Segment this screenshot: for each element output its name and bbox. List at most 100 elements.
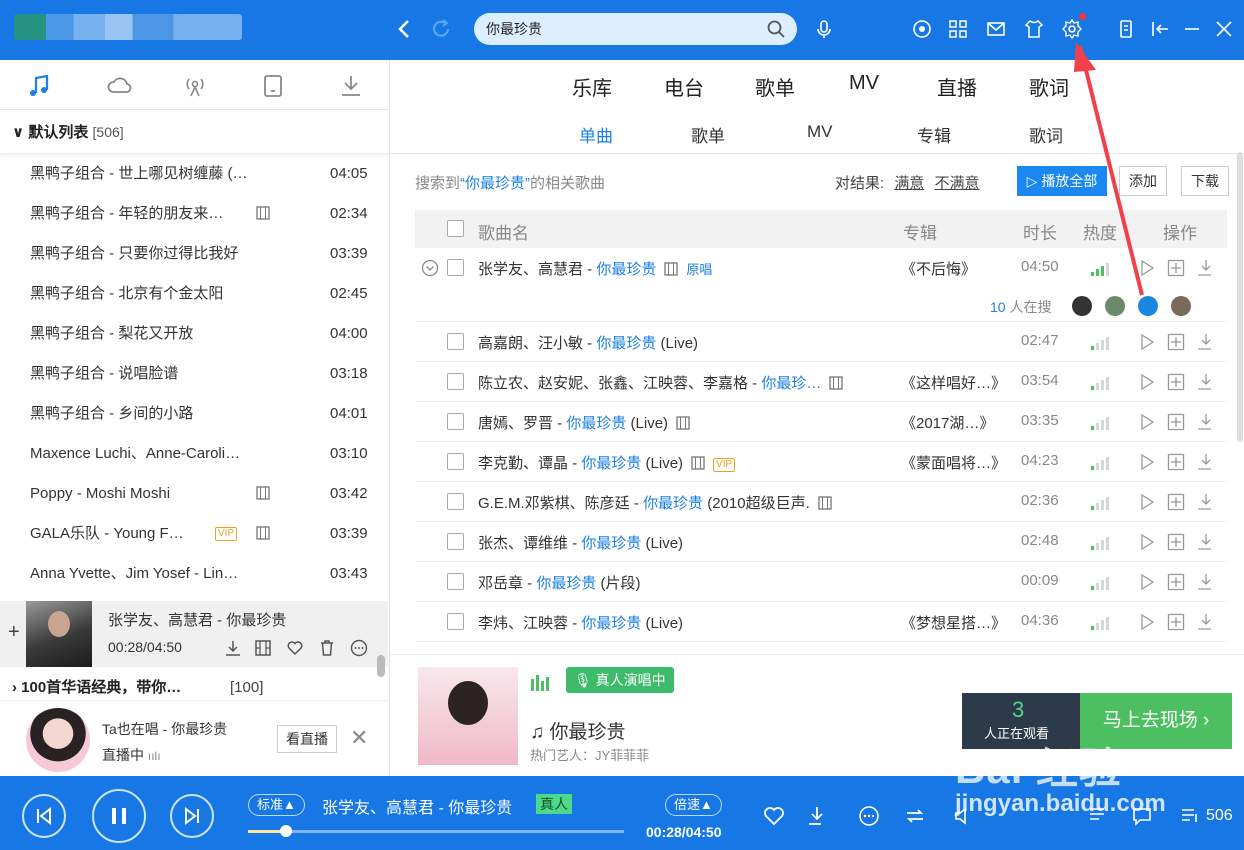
radio-icon[interactable] (181, 72, 209, 100)
playlist-icon[interactable] (1178, 804, 1202, 828)
song-title[interactable]: 高嘉朗、汪小敏 - 你最珍贵 (Live) (478, 332, 698, 353)
table-row[interactable]: 李克勤、谭晶 - 你最珍贵 (Live) VIP 《蒙面唱将…》 04:23 (415, 442, 1227, 482)
add-icon[interactable] (1167, 493, 1185, 511)
download-vip-icon[interactable] (806, 804, 830, 828)
search-icon[interactable] (767, 20, 785, 38)
mv-icon[interactable] (691, 456, 705, 470)
list-item[interactable]: 黑鸭子组合 - 只要你过得比我好 03:39 (0, 234, 389, 274)
play-icon[interactable] (1138, 453, 1156, 471)
song-album[interactable]: 《蒙面唱将…》 (901, 452, 1006, 473)
back-button[interactable] (392, 16, 418, 42)
subtab-songs[interactable]: 单曲 (579, 122, 613, 147)
list-item[interactable]: Poppy - Moshi Moshi 03:42 (0, 474, 389, 514)
subtab-albums[interactable]: 专辑 (917, 122, 951, 147)
download-icon[interactable] (1197, 573, 1215, 591)
song-album[interactable]: 《2017湖…》 (901, 412, 994, 433)
tab-mv[interactable]: MV (849, 72, 879, 95)
add-icon[interactable] (1167, 413, 1185, 431)
song-title[interactable]: G.E.M.邓紫棋、陈彦廷 - 你最珍贵 (2010超级巨声. (478, 492, 832, 513)
select-all-checkbox[interactable] (447, 220, 464, 237)
song-title[interactable]: 陈立农、赵安妮、张鑫、江映蓉、李嘉格 - 你最珍… (478, 372, 844, 393)
table-row[interactable]: 高嘉朗、汪小敏 - 你最珍贵 (Live) 02:47 (415, 322, 1227, 362)
singer-avatar[interactable] (26, 708, 90, 772)
progress-knob[interactable] (279, 825, 292, 837)
unsatisfied-link[interactable]: 不满意 (935, 175, 980, 192)
search-input[interactable]: 你最珍贵 (486, 21, 542, 37)
expand-icon[interactable] (421, 259, 439, 277)
cloud-icon[interactable] (105, 72, 133, 100)
progress-bar[interactable] (248, 825, 624, 837)
heart-icon[interactable] (762, 804, 786, 828)
apps-icon[interactable] (947, 18, 969, 40)
pause-button[interactable] (92, 789, 146, 843)
mini-mode-icon[interactable] (1115, 18, 1137, 40)
subtab-mv[interactable]: MV (807, 122, 833, 142)
play-icon[interactable] (1138, 413, 1156, 431)
download-icon[interactable] (1197, 413, 1215, 431)
list-item[interactable]: GALA乐队 - Young F… VIP 03:39 (0, 514, 389, 554)
download-icon[interactable] (224, 639, 242, 657)
mv-icon[interactable] (829, 376, 844, 390)
singer-photo[interactable] (418, 667, 518, 765)
song-title[interactable]: 张杰、谭维维 - 你最珍贵 (Live) (478, 532, 683, 553)
tab-library[interactable]: 乐库 (572, 72, 612, 101)
mv-icon[interactable] (256, 486, 270, 500)
mail-icon[interactable] (985, 18, 1007, 40)
tab-playlists[interactable]: 歌单 (755, 72, 795, 101)
song-album[interactable]: 《梦想星搭…》 (901, 612, 1006, 633)
refresh-button[interactable] (428, 16, 454, 42)
row-checkbox[interactable] (447, 413, 464, 430)
tab-lyrics[interactable]: 歌词 (1029, 72, 1069, 101)
table-row[interactable]: 陈立农、赵安妮、张鑫、江映蓉、李嘉格 - 你最珍… 《这样唱好…》 03:54 (415, 362, 1227, 402)
song-title[interactable]: 李克勤、谭晶 - 你最珍贵 (Live) VIP (478, 452, 736, 473)
download-icon[interactable] (337, 72, 365, 100)
more-icon[interactable] (350, 639, 368, 657)
row-checkbox[interactable] (447, 373, 464, 390)
song-title[interactable]: 邓岳章 - 你最珍贵 (片段) (478, 572, 641, 593)
download-icon[interactable] (1197, 453, 1215, 471)
table-row[interactable]: 邓岳章 - 你最珍贵 (片段) 00:09 (415, 562, 1227, 602)
add-icon[interactable] (1167, 333, 1185, 351)
add-icon[interactable] (1167, 259, 1185, 277)
list-item[interactable]: 黑鸭子组合 - 乡间的小路 04:01 (0, 394, 389, 434)
song-title[interactable]: 张学友、高慧君 - 你最珍贵 原唱 (478, 258, 712, 279)
heart-icon[interactable] (286, 639, 304, 657)
row-checkbox[interactable] (447, 453, 464, 470)
list-item[interactable]: 黑鸭子组合 - 世上哪见树缠藤 (… 04:05 (0, 154, 389, 194)
searcher-avatar[interactable] (1171, 296, 1191, 316)
download-icon[interactable] (1197, 259, 1215, 277)
now-playing-row[interactable]: + 张学友、高慧君 - 你最珍贵 00:28/04:50 (0, 601, 388, 667)
close-icon[interactable]: ✕ (350, 725, 368, 751)
list-item[interactable]: Anna Yvette、Jim Yosef - Lin… 03:43 (0, 554, 389, 594)
subtab-playlists[interactable]: 歌单 (691, 122, 725, 147)
collapse-icon[interactable] (1149, 18, 1171, 40)
watch-live-button[interactable]: 看直播 (277, 725, 337, 753)
speed-button[interactable]: 倍速▲ (665, 794, 722, 816)
play-icon[interactable] (1138, 573, 1156, 591)
settings-icon[interactable] (1061, 18, 1083, 40)
tab-live[interactable]: 直播 (937, 72, 977, 101)
skin-icon[interactable] (1023, 18, 1045, 40)
song-album[interactable]: 《这样唱好…》 (901, 372, 1006, 393)
search-box[interactable]: 你最珍贵 (474, 13, 797, 45)
delete-icon[interactable] (318, 639, 336, 657)
song-album[interactable]: 《不后悔》 (901, 258, 976, 279)
song-title[interactable]: 李炜、江映蓉 - 你最珍贵 (Live) (478, 612, 683, 633)
download-icon[interactable] (1197, 613, 1215, 631)
add-icon[interactable] (1167, 373, 1185, 391)
table-row[interactable]: 张杰、谭维维 - 你最珍贵 (Live) 02:48 (415, 522, 1227, 562)
close-icon[interactable] (1213, 18, 1235, 40)
list-item[interactable]: 黑鸭子组合 - 说唱脸谱 03:18 (0, 354, 389, 394)
download-icon[interactable] (1197, 493, 1215, 511)
mv-icon[interactable] (664, 262, 679, 276)
record-icon[interactable] (911, 18, 933, 40)
default-list-header[interactable]: ∨ 默认列表 [506] (0, 110, 389, 154)
subtab-lyrics[interactable]: 歌词 (1029, 122, 1063, 147)
minimize-icon[interactable] (1181, 18, 1203, 40)
add-icon[interactable]: + (8, 621, 20, 644)
song-title[interactable]: 唐嫣、罗晋 - 你最珍贵 (Live) (478, 412, 690, 433)
list-item[interactable]: 黑鸭子组合 - 北京有个金太阳 02:45 (0, 274, 389, 314)
loop-icon[interactable] (903, 804, 927, 828)
play-icon[interactable] (1138, 373, 1156, 391)
main-scrollbar[interactable] (1237, 152, 1243, 442)
